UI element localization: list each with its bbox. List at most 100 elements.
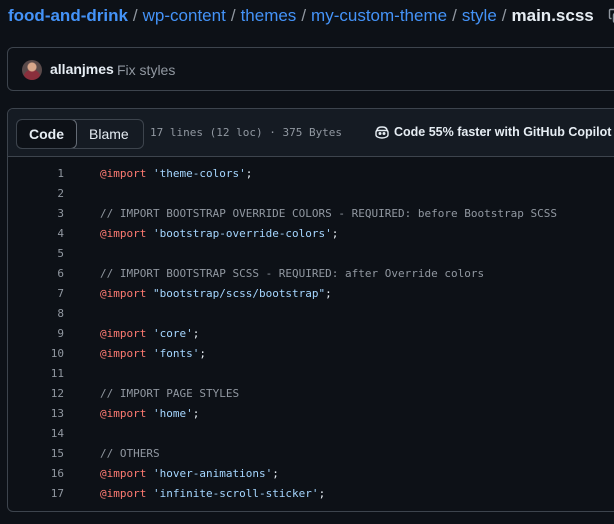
code-line: 9 @import 'core'; [8, 324, 614, 344]
copilot-promo-link[interactable]: Code 55% faster with GitHub Copilot [374, 124, 611, 140]
code-line: 14 [8, 424, 614, 444]
line-content: @import 'theme-colors'; [100, 164, 252, 184]
code-string: "bootstrap/scss/bootstrap" [152, 287, 326, 300]
code-keyword: @import [100, 287, 147, 300]
line-content: @import 'hover-animations'; [100, 464, 279, 484]
breadcrumb-style-link[interactable]: style [462, 6, 497, 26]
code-tab[interactable]: Code [16, 120, 77, 148]
line-number[interactable]: 4 [8, 224, 64, 244]
code-semicolon: ; [245, 167, 253, 180]
blame-tab[interactable]: Blame [76, 120, 143, 148]
code-string: 'fonts' [152, 347, 200, 360]
code-line: 11 [8, 364, 614, 384]
code-line: 7 @import "bootstrap/scss/bootstrap"; [8, 284, 614, 304]
code-string: 'hover-animations' [152, 467, 273, 480]
line-number[interactable]: 11 [8, 364, 64, 384]
code-keyword: @import [100, 347, 147, 360]
code-keyword: @import [100, 467, 147, 480]
line-content: @import 'fonts'; [100, 344, 206, 364]
line-number[interactable]: 3 [8, 204, 64, 224]
line-content: @import 'bootstrap-override-colors'; [100, 224, 338, 244]
line-number[interactable]: 7 [8, 284, 64, 304]
code-semicolon: ; [192, 327, 200, 340]
line-content: // IMPORT BOOTSTRAP SCSS - REQUIRED: aft… [100, 264, 484, 284]
code-keyword: @import [100, 407, 147, 420]
breadcrumb-my-custom-theme-link[interactable]: my-custom-theme [311, 6, 447, 26]
line-content: @import 'home'; [100, 404, 199, 424]
commit-message-link[interactable]: Fix styles [117, 62, 175, 78]
latest-commit-box: allanjmes Fix styles [7, 47, 614, 91]
line-number[interactable]: 8 [8, 304, 64, 324]
code-semicolon: ; [199, 347, 206, 360]
code-string: 'core' [152, 327, 193, 340]
copy-icon[interactable] [608, 8, 614, 24]
line-number[interactable]: 14 [8, 424, 64, 444]
line-content: @import "bootstrap/scss/bootstrap"; [100, 284, 332, 304]
breadcrumb-separator: / [452, 6, 457, 25]
code-line: 8 [8, 304, 614, 324]
line-number[interactable]: 17 [8, 484, 64, 504]
line-number[interactable]: 1 [8, 164, 64, 184]
line-content: // OTHERS [100, 444, 160, 464]
line-number[interactable]: 15 [8, 444, 64, 464]
code-semicolon: ; [318, 487, 326, 500]
code-view: 1 @import 'theme-colors'; 2 3 // IMPORT BOOT… [8, 164, 614, 504]
line-number[interactable]: 10 [8, 344, 64, 364]
avatar[interactable] [22, 60, 42, 80]
file-header: Code Blame 17 lines (12 loc) · 375 Bytes… [8, 109, 614, 157]
code-line: 4 @import 'bootstrap-override-colors'; [8, 224, 614, 244]
code-keyword: @import [100, 487, 147, 500]
breadcrumb-wp-content-link[interactable]: wp-content [143, 6, 226, 26]
code-comment: // IMPORT PAGE STYLES [100, 387, 240, 400]
code-line: 5 [8, 244, 614, 264]
breadcrumb-separator: / [230, 6, 236, 25]
line-number[interactable]: 5 [8, 244, 64, 264]
breadcrumb-themes-link[interactable]: themes [241, 6, 297, 26]
view-toggle: Code Blame [16, 119, 144, 149]
line-number[interactable]: 2 [8, 184, 64, 204]
line-content: @import 'core'; [100, 324, 199, 344]
code-semicolon: ; [325, 287, 332, 300]
breadcrumb-separator: / [301, 6, 307, 25]
code-line: 10 @import 'fonts'; [8, 344, 614, 364]
line-number[interactable]: 9 [8, 324, 64, 344]
code-comment: // IMPORT BOOTSTRAP OVERRIDE COLORS - RE… [100, 207, 557, 220]
line-number[interactable]: 6 [8, 264, 64, 284]
code-line: 2 [8, 184, 614, 204]
line-number[interactable]: 12 [8, 384, 64, 404]
code-line: 3 // IMPORT BOOTSTRAP OVERRIDE COLORS - R… [8, 204, 614, 224]
breadcrumb-current-file: main.scss [511, 6, 594, 25]
line-number[interactable]: 13 [8, 404, 64, 424]
copilot-promo-label: Code 55% faster with GitHub Copilot [394, 125, 612, 139]
code-keyword: @import [100, 167, 147, 180]
code-comment: // OTHERS [100, 447, 160, 460]
code-line: 12 // IMPORT PAGE STYLES [8, 384, 614, 404]
code-semicolon: ; [192, 407, 200, 420]
line-content: // IMPORT BOOTSTRAP OVERRIDE COLORS - RE… [100, 204, 557, 224]
file-info: 17 lines (12 loc) · 375 Bytes [150, 126, 343, 139]
breadcrumb-separator: / [501, 6, 507, 25]
code-keyword: @import [100, 227, 147, 240]
code-semicolon: ; [272, 467, 279, 480]
breadcrumb-repo-link[interactable]: food-and-drink [8, 6, 128, 26]
code-string: 'home' [152, 407, 193, 420]
breadcrumb: food-and-drink / wp-content / themes / m… [8, 4, 614, 28]
code-line: 1 @import 'theme-colors'; [8, 164, 614, 184]
code-line: 15 // OTHERS [8, 444, 614, 464]
line-number[interactable]: 16 [8, 464, 64, 484]
code-string: 'infinite-scroll-sticker' [152, 487, 319, 500]
code-line: 16 @import 'hover-animations'; [8, 464, 614, 484]
file-viewer: Code Blame 17 lines (12 loc) · 375 Bytes… [7, 108, 614, 512]
commit-author-link[interactable]: allanjmes [50, 61, 114, 77]
code-line: 17 @import 'infinite-scroll-sticker'; [8, 484, 614, 504]
code-string: 'bootstrap-override-colors' [152, 227, 332, 240]
code-string: 'theme-colors' [152, 167, 246, 180]
